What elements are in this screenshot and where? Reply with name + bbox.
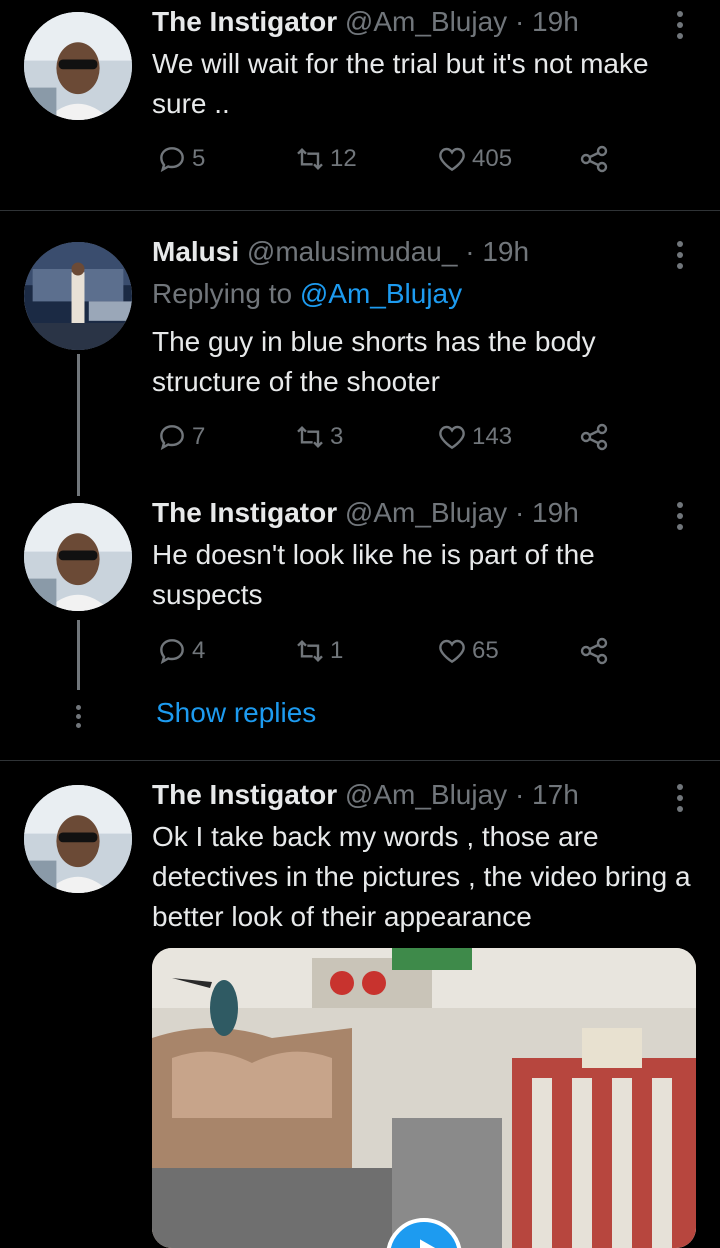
reply-icon <box>160 147 184 173</box>
display-name[interactable]: Malusi <box>152 236 239 267</box>
share-icon <box>580 423 608 451</box>
thread-line <box>77 354 80 496</box>
tweet-text: Ok I take back my words , those are dete… <box>152 821 691 932</box>
like-button[interactable]: 143 <box>436 421 512 453</box>
show-replies-link[interactable]: Show replies <box>156 697 316 729</box>
divider <box>0 760 720 761</box>
display-name[interactable]: The Instigator <box>152 779 337 810</box>
tweet-actions: 7 3 143 <box>156 421 616 455</box>
tweet-actions: 4 1 65 <box>156 635 616 669</box>
share-icon <box>580 637 608 665</box>
retweet-icon <box>297 425 323 449</box>
reply-button[interactable]: 7 <box>156 421 205 453</box>
handle-time: @Am_Blujay · 17h <box>344 779 579 810</box>
retweet-count: 3 <box>330 423 344 450</box>
tweet-text: The guy in blue shorts has the body stru… <box>152 326 596 397</box>
retweet-count: 1 <box>330 637 344 664</box>
tweet-text: We will wait for the trial but it's not … <box>152 48 649 119</box>
like-count: 143 <box>472 423 513 450</box>
more-icon[interactable] <box>670 241 690 269</box>
retweet-button[interactable]: 1 <box>294 635 343 667</box>
display-name[interactable]: The Instigator <box>152 6 337 37</box>
play-icon <box>420 1239 436 1248</box>
reply-count: 5 <box>192 145 206 172</box>
tweet-header: Malusi @malusimudau_ · 19h <box>152 236 529 268</box>
like-count: 65 <box>472 637 499 664</box>
share-icon <box>580 145 608 173</box>
share-button[interactable] <box>578 635 610 667</box>
replying-handle-link[interactable]: @Am_Blujay <box>300 278 462 309</box>
tweet-header: The Instigator @Am_Blujay · 17h <box>152 779 579 811</box>
retweet-icon <box>297 639 323 663</box>
avatar[interactable] <box>24 503 132 611</box>
thread-dots <box>76 705 81 728</box>
heart-icon <box>439 425 465 450</box>
more-icon[interactable] <box>670 502 690 530</box>
like-button[interactable]: 405 <box>436 143 512 175</box>
retweet-count: 12 <box>330 145 357 172</box>
thread-line <box>77 620 80 690</box>
handle-time: @Am_Blujay · 19h <box>344 6 579 37</box>
avatar[interactable] <box>24 12 132 120</box>
avatar[interactable] <box>24 785 132 893</box>
reply-button[interactable]: 5 <box>156 143 205 175</box>
video-thumbnail[interactable] <box>152 948 696 1248</box>
replying-prefix: Replying to <box>152 278 293 309</box>
reply-count: 7 <box>192 423 206 450</box>
reply-icon <box>160 425 184 451</box>
avatar[interactable] <box>24 242 132 350</box>
retweet-icon <box>297 147 323 171</box>
share-button[interactable] <box>578 421 610 453</box>
tweet-header: The Instigator @Am_Blujay · 19h <box>152 6 579 38</box>
reply-count: 4 <box>192 637 206 664</box>
retweet-button[interactable]: 12 <box>294 143 357 175</box>
more-icon[interactable] <box>670 11 690 39</box>
reply-icon <box>160 639 184 665</box>
more-icon[interactable] <box>670 784 690 812</box>
heart-icon <box>439 639 465 664</box>
tweet-header: The Instigator @Am_Blujay · 19h <box>152 497 579 529</box>
reply-button[interactable]: 4 <box>156 635 205 667</box>
divider <box>0 210 720 211</box>
tweet-text: He doesn't look like he is part of the s… <box>152 539 595 610</box>
replying-to: Replying to @Am_Blujay <box>152 278 462 310</box>
share-button[interactable] <box>578 143 610 175</box>
like-count: 405 <box>472 145 513 172</box>
tweet-actions: 5 12 405 <box>156 143 616 177</box>
handle-time: @malusimudau_ · 19h <box>246 236 530 267</box>
like-button[interactable]: 65 <box>436 635 499 667</box>
retweet-button[interactable]: 3 <box>294 421 343 453</box>
display-name[interactable]: The Instigator <box>152 497 337 528</box>
handle-time: @Am_Blujay · 19h <box>344 497 579 528</box>
heart-icon <box>439 147 465 172</box>
